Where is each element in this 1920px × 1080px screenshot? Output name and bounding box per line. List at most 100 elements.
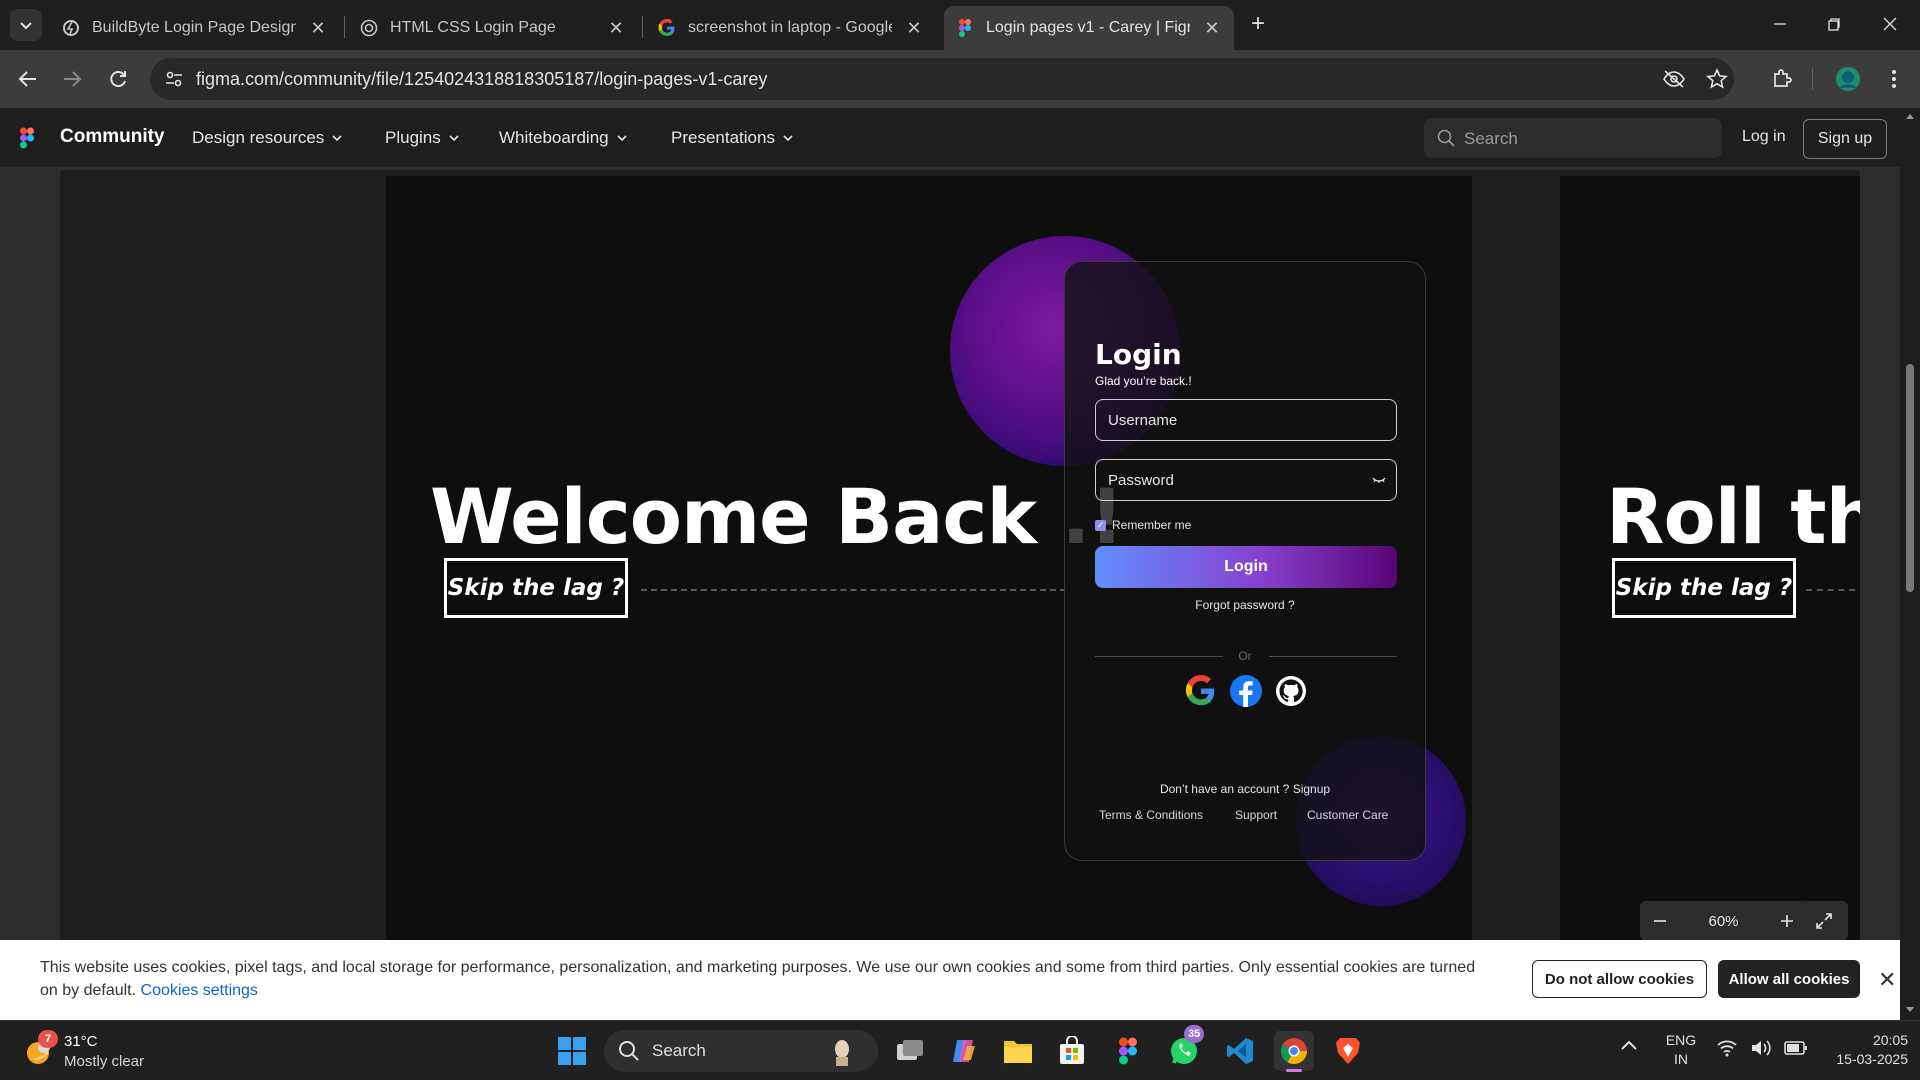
- page-scrollbar[interactable]: [1900, 108, 1920, 1020]
- tab-search-button[interactable]: [10, 9, 42, 41]
- url-text[interactable]: figma.com/community/file/125402431881830…: [196, 69, 767, 90]
- brave-button[interactable]: [1328, 1031, 1368, 1071]
- zoom-in-button[interactable]: [1779, 913, 1795, 929]
- tracking-protection-button[interactable]: [1662, 69, 1686, 89]
- dashed-connector: [1806, 589, 1860, 591]
- google-icon[interactable]: [1185, 675, 1217, 707]
- back-button[interactable]: [14, 65, 42, 93]
- dashed-connector: [641, 589, 1066, 591]
- deny-cookies-button[interactable]: Do not allow cookies: [1532, 960, 1707, 998]
- close-icon[interactable]: ✕: [1878, 967, 1896, 993]
- zoom-level[interactable]: 60%: [1708, 913, 1738, 930]
- address-bar[interactable]: figma.com/community/file/125402431881830…: [150, 58, 1734, 100]
- avatar-icon: [1836, 67, 1860, 91]
- github-icon[interactable]: [1275, 675, 1307, 707]
- show-hidden-icons-button[interactable]: [1620, 1039, 1638, 1051]
- minimize-button[interactable]: [1768, 12, 1792, 36]
- clock-date: 15-03-2025: [1836, 1051, 1908, 1067]
- username-field[interactable]: Username: [1095, 399, 1397, 441]
- scroll-up-icon[interactable]: [1905, 112, 1915, 120]
- tab-buildbyte[interactable]: BuildByte Login Page Design - C ✕: [50, 6, 340, 50]
- support-link[interactable]: Support: [1235, 808, 1277, 822]
- site-info-button[interactable]: [164, 69, 184, 89]
- extensions-button[interactable]: [1768, 65, 1796, 93]
- fullscreen-button[interactable]: [1800, 901, 1848, 941]
- facebook-icon[interactable]: [1230, 675, 1262, 707]
- weather-widget[interactable]: 7 31°C Mostly clear: [18, 1029, 228, 1073]
- active-app-indicator: [1286, 1069, 1302, 1072]
- system-tray[interactable]: [1716, 1039, 1808, 1057]
- restore-button[interactable]: [1822, 12, 1846, 36]
- whatsapp-button[interactable]: 35: [1164, 1025, 1205, 1071]
- customer-care-link[interactable]: Customer Care: [1307, 808, 1388, 822]
- cookies-settings-link[interactable]: Cookies settings: [141, 982, 258, 999]
- chevron-down-icon: [449, 135, 459, 142]
- tab-html-css-login[interactable]: HTML CSS Login Page ✕: [348, 6, 638, 50]
- community-search-input[interactable]: Search: [1424, 118, 1722, 158]
- brave-icon: [1336, 1038, 1360, 1064]
- chrome-button[interactable]: [1274, 1031, 1314, 1072]
- login-button[interactable]: Login: [1095, 546, 1397, 588]
- copilot-icon: [953, 1040, 975, 1062]
- allow-cookies-button[interactable]: Allow all cookies: [1718, 960, 1860, 998]
- bookmark-button[interactable]: [1706, 68, 1728, 90]
- password-field[interactable]: Password: [1095, 459, 1397, 501]
- task-view-button[interactable]: [890, 1031, 930, 1071]
- start-button[interactable]: [552, 1031, 592, 1071]
- language-indicator[interactable]: ENG IN: [1664, 1031, 1698, 1069]
- tab-figma-login-pages[interactable]: Login pages v1 - Carey | Figma ✕: [944, 6, 1234, 50]
- close-icon[interactable]: ✕: [1202, 18, 1222, 38]
- google-icon: [658, 19, 675, 36]
- nav-label: Presentations: [671, 128, 775, 147]
- nav-plugins[interactable]: Plugins: [385, 128, 459, 148]
- copilot-button[interactable]: [944, 1031, 984, 1071]
- plus-icon: [1781, 915, 1793, 927]
- scroll-down-icon[interactable]: [1905, 1006, 1915, 1014]
- nav-whiteboarding[interactable]: Whiteboarding: [499, 128, 627, 148]
- minus-icon: [1654, 920, 1666, 922]
- browser-menu-button[interactable]: [1880, 65, 1908, 93]
- weather-desc: Mostly clear: [64, 1053, 145, 1070]
- forgot-password-link[interactable]: Forgot password ?: [1065, 598, 1425, 612]
- nav-presentations[interactable]: Presentations: [671, 128, 793, 148]
- figma-app-button[interactable]: [1108, 1031, 1148, 1071]
- tab-separator: [642, 16, 643, 38]
- new-tab-button[interactable]: +: [1246, 12, 1270, 37]
- microsoft-store-button[interactable]: [1052, 1031, 1092, 1071]
- zoom-out-button[interactable]: [1652, 913, 1668, 929]
- welcome-heading: Roll the: [1606, 472, 1860, 561]
- lang-code: ENG: [1665, 1032, 1697, 1048]
- remember-me-checkbox[interactable]: ✓ Remember me: [1095, 518, 1191, 532]
- close-icon[interactable]: ✕: [904, 18, 924, 38]
- scrollbar-thumb[interactable]: [1906, 364, 1914, 592]
- next-frame-preview[interactable]: Roll the Skip the lag ?: [1560, 176, 1860, 948]
- tab-title: screenshot in laptop - Google S: [688, 19, 892, 36]
- terms-link[interactable]: Terms & Conditions: [1099, 808, 1203, 822]
- figma-bolt-icon: [63, 20, 79, 36]
- region-code: IN: [1674, 1051, 1688, 1067]
- profile-avatar[interactable]: [1834, 65, 1862, 93]
- close-icon[interactable]: ✕: [308, 18, 328, 38]
- divider-right: [1269, 656, 1397, 657]
- login-frame-preview[interactable]: Welcome Back .! Skip the lag ? Login Gla…: [386, 176, 1472, 948]
- vscode-icon: [1227, 1038, 1253, 1064]
- figma-logo[interactable]: [20, 127, 34, 149]
- tab-google-search[interactable]: screenshot in laptop - Google S ✕: [646, 6, 936, 50]
- search-icon: [619, 1041, 639, 1061]
- forward-button[interactable]: [58, 65, 86, 93]
- nav-design-resources[interactable]: Design resources: [192, 128, 342, 148]
- reload-button[interactable]: [104, 65, 132, 93]
- chevron-down-icon: [20, 22, 32, 30]
- close-icon[interactable]: ✕: [606, 18, 626, 38]
- eye-closed-icon[interactable]: [1372, 476, 1386, 484]
- signup-prompt[interactable]: Don’t have an account ? Signup: [1065, 782, 1425, 796]
- signup-button[interactable]: Sign up: [1803, 119, 1887, 159]
- file-explorer-button[interactable]: [998, 1031, 1038, 1071]
- taskbar-search[interactable]: Search: [604, 1030, 878, 1072]
- vscode-button[interactable]: [1220, 1031, 1260, 1071]
- clock[interactable]: 20:05 15-03-2025: [1808, 1031, 1908, 1069]
- clock-time: 20:05: [1872, 1032, 1908, 1048]
- login-link[interactable]: Log in: [1742, 128, 1786, 146]
- brand-community[interactable]: Community: [60, 126, 165, 148]
- window-close-button[interactable]: [1878, 12, 1902, 36]
